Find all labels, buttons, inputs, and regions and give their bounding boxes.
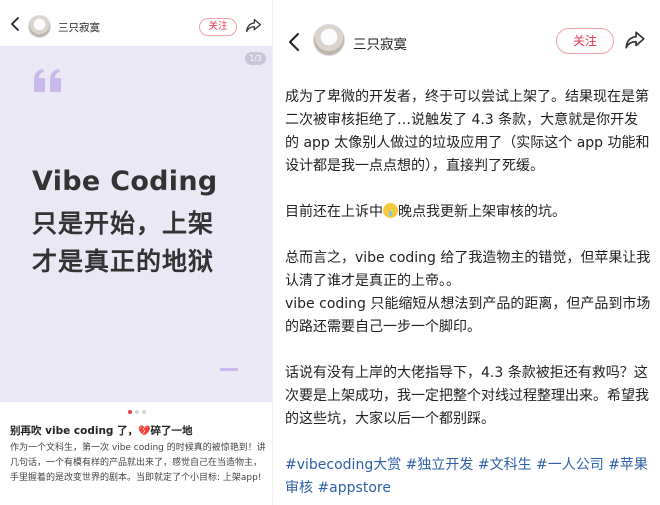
broken-heart-icon: 💔: [138, 426, 151, 437]
post-title: 别再吹 vibe coding 了，💔碎了一地: [10, 423, 266, 438]
post-title-text-start: 别再吹 vibe coding 了，: [10, 425, 139, 437]
post-paragraph-text: 目前还在上诉中: [285, 204, 383, 220]
right-post-pane: 三只寂寞 关注 成为了卑微的开发者，终于可以尝试上架了。结果现在是第二次被审核拒…: [272, 0, 660, 505]
author-name[interactable]: 三只寂寞: [353, 33, 407, 53]
carousel-dots: [128, 410, 148, 415]
post-paragraph: 总而言之，vibe coding 给了我造物主的错觉，但苹果让我认清了谁才是真正…: [285, 250, 651, 289]
avatar[interactable]: [28, 15, 51, 38]
post-paragraph: 成为了卑微的开发者，终于可以尝试上架了。结果现在是第二次被审核拒绝了…说触发了 …: [285, 89, 650, 174]
crying-face-icon: [383, 203, 398, 218]
post-paragraph: vibe coding 只能缩短从想法到产品的距离，但产品到市场的路还需要自己一…: [285, 296, 651, 335]
decorative-dash: [220, 368, 238, 371]
right-top-bar: 三只寂寞 关注: [273, 0, 660, 80]
follow-button[interactable]: 关注: [199, 18, 237, 36]
cover-headline-line1: Vibe Coding: [32, 166, 218, 197]
post-title-text-end: 碎了一地: [150, 425, 193, 437]
carousel-dot[interactable]: [142, 410, 146, 414]
cover-headline-line3: 才是真正的地狱: [32, 247, 215, 276]
hashtag-list[interactable]: #vibecoding大赏 #独立开发 #文科生 #一人公司 #苹果审核 #ap…: [285, 454, 651, 500]
carousel-dot[interactable]: [135, 410, 139, 414]
post-paragraph: 话说有没有上岸的大佬指导下，4.3 条款被拒还有救吗？这次要是上架成功，我一定把…: [285, 365, 649, 427]
back-arrow-icon[interactable]: [8, 16, 22, 32]
carousel-dot[interactable]: [128, 410, 132, 414]
post-body-preview: 作为一个文科生，第一次 vibe coding 的时候真的被惊艳到！讲几句话，一…: [10, 443, 266, 483]
quote-icon: [34, 69, 61, 92]
post-paragraph-text: 晚点我更新上架审核的坑。: [398, 204, 566, 220]
cover-headline-rest: Coding: [100, 166, 218, 197]
left-post-pane: 三只寂寞 关注 1/3 Vibe Coding 只是开始，上架 才是真正的地狱 …: [0, 0, 272, 505]
left-top-bar: 三只寂寞 关注: [0, 0, 272, 46]
cover-image[interactable]: 1/3 Vibe Coding 只是开始，上架 才是真正的地狱: [0, 46, 272, 402]
page-indicator: 1/3: [245, 52, 266, 65]
follow-button[interactable]: 关注: [556, 28, 614, 54]
post-content: 成为了卑微的开发者，终于可以尝试上架了。结果现在是第二次被审核拒绝了…说触发了 …: [285, 86, 651, 500]
avatar[interactable]: [313, 24, 345, 56]
cover-highlight-word: Vibe: [32, 166, 101, 197]
author-name[interactable]: 三只寂寞: [58, 20, 100, 35]
share-icon[interactable]: [245, 17, 262, 34]
share-icon[interactable]: [624, 29, 646, 51]
cover-headline-line2: 只是开始，上架: [32, 209, 215, 238]
back-arrow-icon[interactable]: [286, 32, 302, 52]
post-paragraph: 目前还在上诉中 晚点我更新上架审核的坑。: [285, 201, 651, 224]
